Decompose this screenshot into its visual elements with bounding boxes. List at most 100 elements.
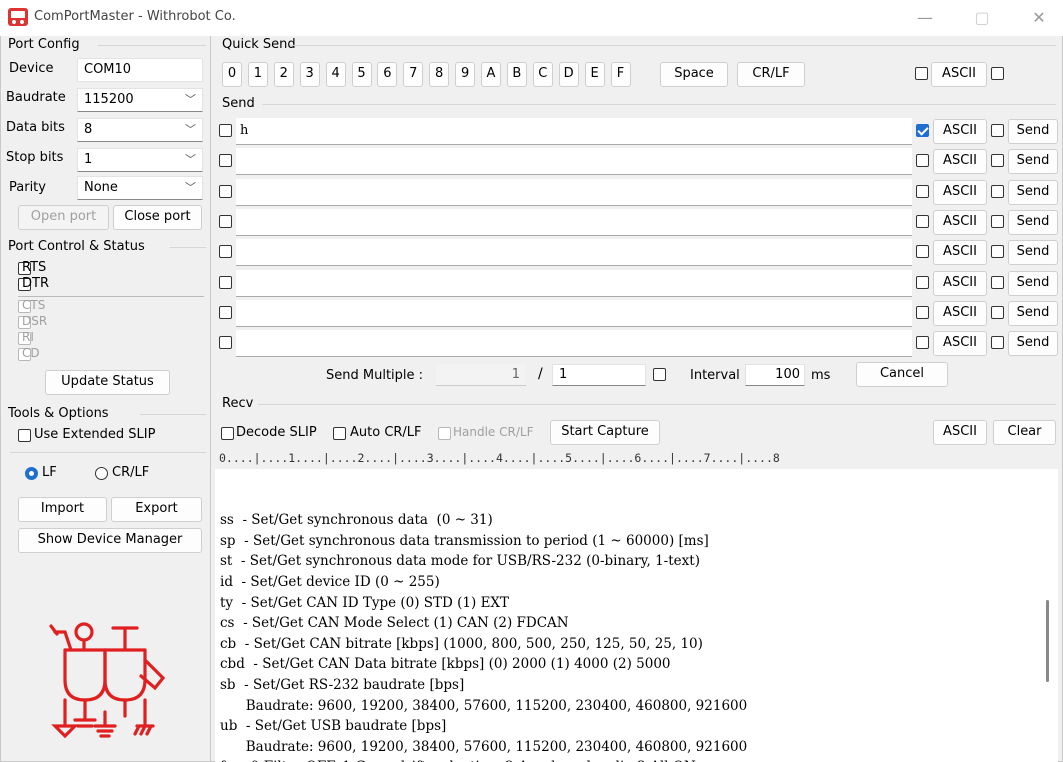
send-row-send-button[interactable]: Send [1008, 119, 1058, 144]
quick-send-key-9[interactable]: 9 [455, 62, 476, 87]
minimize-button[interactable]: — [913, 8, 937, 28]
send-row-input[interactable] [236, 300, 912, 327]
send-row-send-button[interactable]: Send [1008, 180, 1058, 205]
close-port-button[interactable]: Close port [113, 205, 202, 230]
send-row-input[interactable]: h [236, 118, 912, 145]
send-row-send-button[interactable]: Send [1008, 149, 1058, 174]
import-button[interactable]: Import [18, 497, 107, 522]
send-row-ascii-checkbox[interactable] [916, 185, 929, 198]
send-row-send-checkbox[interactable] [991, 154, 1004, 167]
send-row-send-checkbox[interactable] [991, 124, 1004, 137]
send-row-input[interactable] [236, 148, 912, 175]
send-row-input[interactable] [236, 239, 912, 266]
maximize-button[interactable]: ▢ [970, 8, 994, 28]
send-row-send-checkbox[interactable] [991, 215, 1004, 228]
quick-send-key-4[interactable]: 4 [325, 62, 346, 87]
send-row-send-checkbox[interactable] [991, 306, 1004, 319]
close-button[interactable]: ✕ [1027, 8, 1051, 28]
send-row-input[interactable] [236, 330, 912, 357]
lf-radio[interactable] [25, 467, 38, 480]
crlf-radio[interactable] [95, 467, 108, 480]
send-row-input[interactable] [236, 270, 912, 297]
send-row-input[interactable] [236, 179, 912, 206]
recv-output[interactable]: ss - Set/Get synchronous data (0 ~ 31) sp… [215, 469, 1058, 762]
quick-send-key-b[interactable]: B [506, 62, 527, 87]
send-row-select-checkbox[interactable] [219, 245, 232, 258]
quick-send-extra-checkbox[interactable] [991, 67, 1004, 80]
send-row-send-button[interactable]: Send [1008, 331, 1058, 356]
send-row-ascii-checkbox[interactable] [916, 154, 929, 167]
send-row-send-checkbox[interactable] [991, 185, 1004, 198]
chevron-down-icon: ﹀ [185, 123, 196, 136]
quick-send-key-e[interactable]: E [584, 62, 605, 87]
send-row-send-button[interactable]: Send [1008, 240, 1058, 265]
send-row-select-checkbox[interactable] [219, 276, 232, 289]
cancel-button[interactable]: Cancel [856, 362, 948, 387]
send-row-ascii-checkbox[interactable] [916, 276, 929, 289]
send-row-ascii-checkbox[interactable] [916, 336, 929, 349]
recv-line: st - Set/Get synchronous data mode for U… [220, 553, 700, 570]
quick-send-key-a[interactable]: A [481, 62, 501, 87]
send-row-ascii-checkbox[interactable] [916, 306, 929, 319]
send-row-send-checkbox[interactable] [991, 245, 1004, 258]
quick-send-key-7[interactable]: 7 [403, 62, 424, 87]
stopbits-select[interactable]: 1 ﹀ [77, 148, 203, 172]
send-row-select-checkbox[interactable] [219, 336, 232, 349]
send-row-ascii-checkbox[interactable] [916, 215, 929, 228]
send-row-select-checkbox[interactable] [219, 154, 232, 167]
quick-send-key-6[interactable]: 6 [377, 62, 398, 87]
quick-send-key-c[interactable]: C [532, 62, 553, 87]
quick-send-key-1[interactable]: 1 [247, 62, 268, 87]
quick-send-crlf-button[interactable]: CR/LF [737, 62, 805, 87]
recv-scrollbar[interactable] [1046, 600, 1049, 682]
send-row-input[interactable] [236, 209, 912, 236]
send-row-ascii-checkbox[interactable] [916, 124, 929, 137]
open-port-button[interactable]: Open port [18, 205, 109, 230]
quick-send-ascii-checkbox[interactable] [915, 67, 928, 80]
recv-ascii-button[interactable]: ASCII [933, 420, 987, 445]
decode-slip-checkbox[interactable] [221, 427, 234, 440]
send-row-ascii-button[interactable]: ASCII [933, 331, 987, 356]
send-row-select-checkbox[interactable] [219, 215, 232, 228]
quick-send-key-2[interactable]: 2 [273, 62, 294, 87]
send-row-ascii-button[interactable]: ASCII [933, 119, 987, 144]
send-row-send-checkbox[interactable] [991, 276, 1004, 289]
divider [18, 296, 204, 297]
send-row-ascii-button[interactable]: ASCII [933, 271, 987, 296]
quick-send-space-button[interactable]: Space [660, 62, 728, 87]
send-row-ascii-button[interactable]: ASCII [933, 301, 987, 326]
send-row-send-checkbox[interactable] [991, 336, 1004, 349]
show-device-manager-button[interactable]: Show Device Manager [18, 528, 202, 553]
send-multiple-field[interactable]: 1 [552, 364, 646, 386]
use-extended-slip-checkbox[interactable] [18, 429, 31, 442]
quick-send-key-8[interactable]: 8 [429, 62, 450, 87]
quick-send-key-3[interactable]: 3 [299, 62, 320, 87]
quick-send-key-5[interactable]: 5 [351, 62, 372, 87]
send-row-ascii-button[interactable]: ASCII [933, 210, 987, 235]
interval-field[interactable]: 100 [745, 364, 805, 386]
send-row-ascii-button[interactable]: ASCII [933, 180, 987, 205]
send-row-select-checkbox[interactable] [219, 306, 232, 319]
quick-send-key-d[interactable]: D [558, 62, 579, 87]
auto-crlf-checkbox[interactable] [333, 427, 346, 440]
quick-send-key-f[interactable]: F [610, 62, 631, 87]
quick-send-ascii-button[interactable]: ASCII [931, 62, 987, 87]
send-row-send-button[interactable]: Send [1008, 301, 1058, 326]
baudrate-select[interactable]: 115200 ﹀ [77, 88, 203, 112]
start-capture-button[interactable]: Start Capture [550, 420, 660, 445]
send-row-ascii-checkbox[interactable] [916, 245, 929, 258]
send-row-select-checkbox[interactable] [219, 124, 232, 137]
databits-select[interactable]: 8 ﹀ [77, 118, 203, 142]
parity-select[interactable]: None ﹀ [77, 176, 203, 200]
send-row-select-checkbox[interactable] [219, 185, 232, 198]
send-row-send-button[interactable]: Send [1008, 210, 1058, 235]
send-row-send-button[interactable]: Send [1008, 271, 1058, 296]
clear-button[interactable]: Clear [993, 420, 1056, 445]
export-button[interactable]: Export [111, 497, 202, 522]
interval-checkbox[interactable] [653, 368, 666, 381]
send-row-ascii-button[interactable]: ASCII [933, 240, 987, 265]
device-field[interactable]: COM10 [77, 58, 203, 82]
update-status-button[interactable]: Update Status [45, 370, 170, 395]
send-row-ascii-button[interactable]: ASCII [933, 149, 987, 174]
quick-send-key-0[interactable]: 0 [222, 62, 242, 87]
